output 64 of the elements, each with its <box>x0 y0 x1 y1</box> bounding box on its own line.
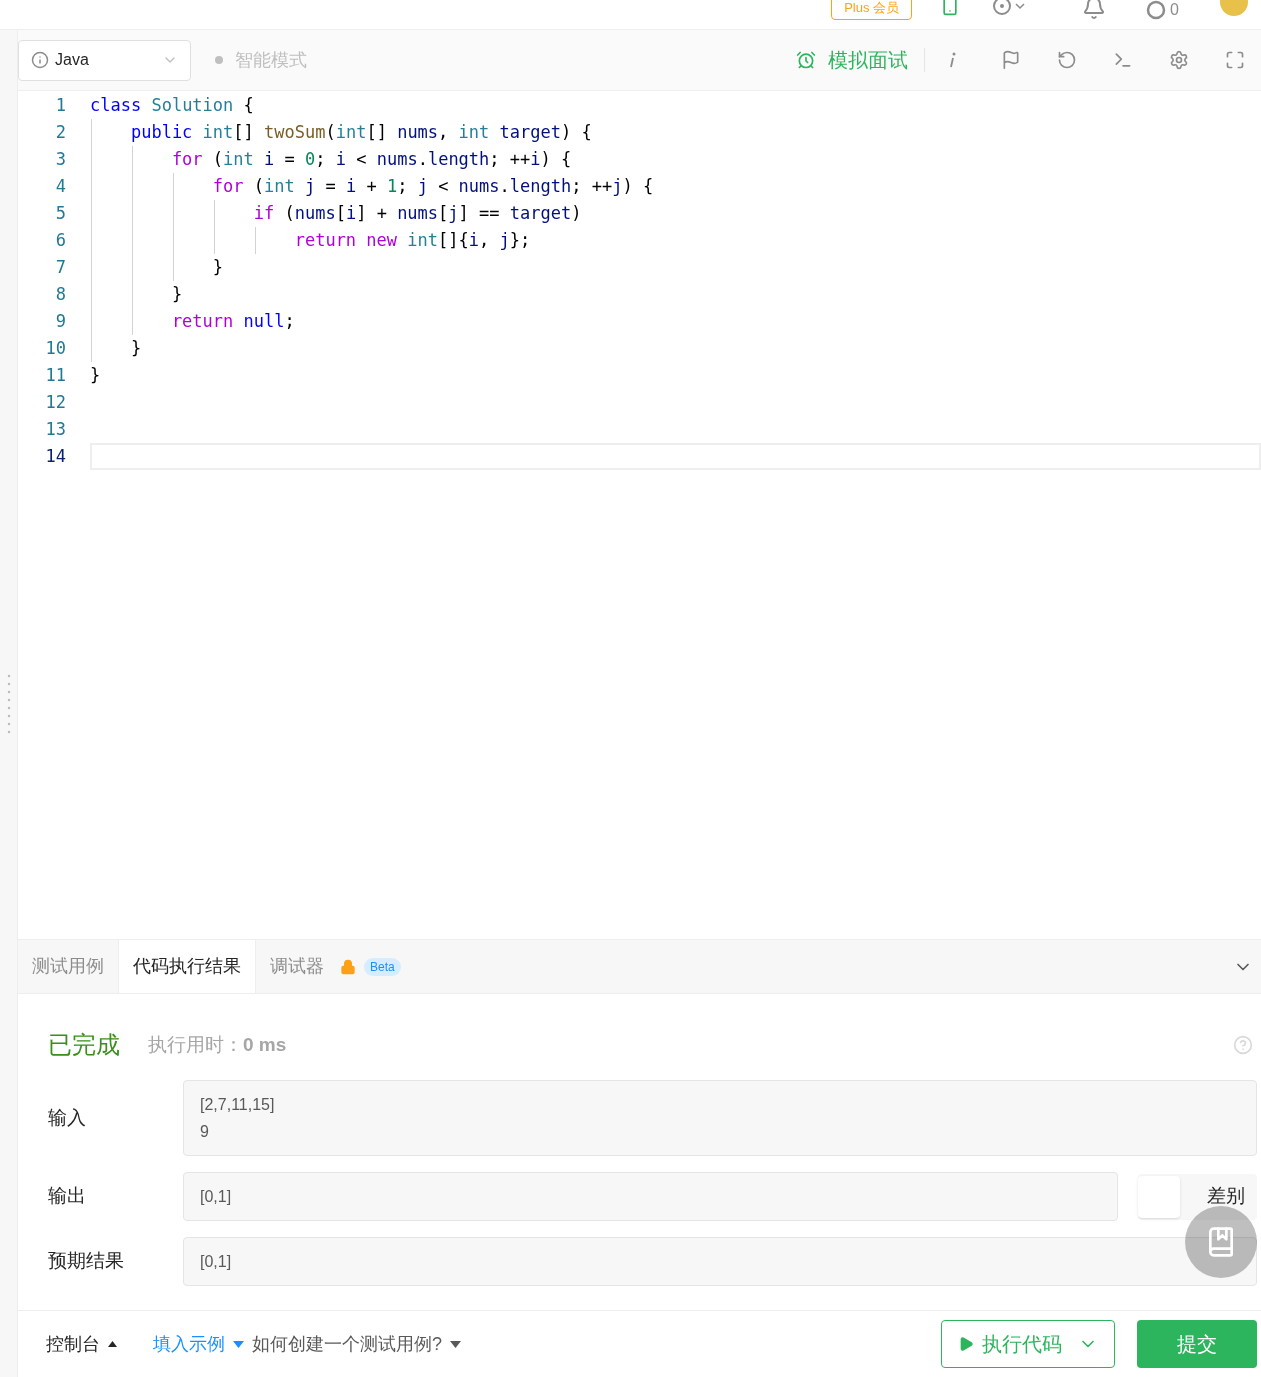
line-number: 8 <box>54 282 66 306</box>
lock-icon <box>340 958 356 975</box>
code-line: if (nums[i] + nums[j] == target) <box>252 201 582 225</box>
fullscreen-icon[interactable] <box>1225 50 1245 70</box>
info-icon <box>31 51 49 69</box>
reset-icon[interactable] <box>1057 50 1077 70</box>
bell-icon[interactable] <box>1082 0 1107 20</box>
runtime-text: 执行用时：0 ms <box>148 1032 287 1057</box>
mode-toggle[interactable]: 智能模式 <box>235 46 307 74</box>
field-label: 输出 <box>48 1184 87 1209</box>
caret-icon <box>450 1340 461 1348</box>
code-line: } <box>129 336 142 360</box>
code-line: } <box>211 255 224 279</box>
line-number: 6 <box>54 228 66 252</box>
language-select[interactable]: Java <box>18 39 191 81</box>
alarm-clock-icon <box>796 50 816 70</box>
line-number: 4 <box>54 174 66 198</box>
line-number: 2 <box>54 120 66 144</box>
field-label: 输入 <box>48 1105 87 1130</box>
code-line: public int[] twoSum(int[] nums, int target) { <box>129 120 592 144</box>
panel-tab[interactable]: 代码执行结果 <box>118 940 256 993</box>
info-icon[interactable] <box>949 52 957 68</box>
ring-icon <box>1146 0 1167 20</box>
code-line: return new int[]{i, j}; <box>293 228 531 252</box>
line-number: 3 <box>54 147 66 171</box>
terminal-icon[interactable] <box>1113 50 1133 70</box>
code-line: class Solution { <box>90 93 254 117</box>
coin-count: 0 <box>1170 0 1179 20</box>
run-code-button[interactable]: 执行代码 <box>941 1320 1115 1368</box>
line-number: 13 <box>44 417 66 441</box>
settings-icon[interactable] <box>1169 50 1189 70</box>
plus-button[interactable]: Plus 会员 <box>831 0 913 20</box>
code-line: return null; <box>170 309 295 333</box>
console-toggle[interactable]: 控制台 <box>46 1330 117 1358</box>
result-field: [0,1] <box>183 1237 1257 1286</box>
flag-icon[interactable] <box>1001 50 1021 70</box>
line-number: 14 <box>44 444 66 468</box>
line-number: 1 <box>54 93 66 117</box>
submit-button[interactable]: 提交 <box>1137 1320 1257 1368</box>
code-line: } <box>170 282 183 306</box>
field-label: 预期结果 <box>48 1249 125 1274</box>
interview-button[interactable]: 模拟面试 <box>796 45 908 75</box>
help-dropdown[interactable]: 如何创建一个测试用例? <box>252 1330 461 1358</box>
caret-icon <box>108 1341 117 1347</box>
line-number: 11 <box>44 363 66 387</box>
line-number: 5 <box>54 201 66 225</box>
play-icon <box>958 1336 974 1352</box>
line-number: 7 <box>54 255 66 279</box>
caret-icon <box>233 1340 244 1348</box>
diff-label: 差别 <box>1207 1184 1245 1209</box>
code-line: } <box>90 363 101 387</box>
dot-circle-icon[interactable] <box>992 0 1027 16</box>
panel-tab[interactable]: 测试用例 <box>18 940 118 993</box>
result-field: [2,7,11,15] 9 <box>183 1080 1257 1156</box>
code-line: for (int j = i + 1; j < nums.length; ++j) { <box>211 174 654 198</box>
panel-tab[interactable]: 调试器 Beta <box>256 940 415 993</box>
result-field: [0,1] <box>183 1172 1118 1221</box>
code-line: for (int i = 0; i < nums.length; ++i) { <box>170 147 572 171</box>
fill-example-link[interactable]: 填入示例 <box>153 1330 244 1358</box>
line-number: 9 <box>54 309 66 333</box>
line-number: 12 <box>44 390 66 414</box>
line-number: 10 <box>44 336 66 360</box>
status-text: 已完成 <box>48 1030 120 1060</box>
diff-toggle[interactable] <box>1138 1175 1180 1218</box>
